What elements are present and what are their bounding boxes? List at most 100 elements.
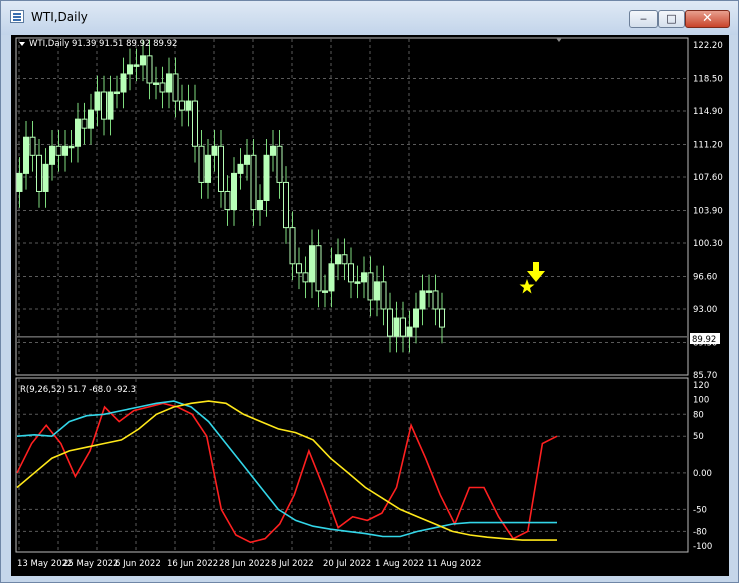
bear-candle xyxy=(302,272,309,283)
bull-candle xyxy=(120,73,127,93)
price-tick-label: 85.70 xyxy=(693,371,717,381)
bear-candle xyxy=(179,100,185,111)
bull-candle xyxy=(393,317,400,337)
bull-candle xyxy=(166,73,172,93)
bull-candle xyxy=(153,82,159,85)
title-bar[interactable]: WTI,Daily ‒ □ ✕ xyxy=(1,1,738,35)
price-tick-label: 100.30 xyxy=(693,239,723,249)
bear-candle xyxy=(315,245,322,292)
bull-candle xyxy=(107,91,114,120)
bear-candle xyxy=(341,254,348,265)
bull-candle xyxy=(374,281,380,301)
bull-candle xyxy=(94,91,101,111)
bull-candle xyxy=(413,308,419,328)
chart-window: WTI,Daily ‒ □ ✕ 122.20 118.50 114.90 111.20… xyxy=(0,0,739,583)
bull-candle xyxy=(127,64,133,75)
indicator-tick-label: -100 xyxy=(693,542,712,552)
price-tick-label: 122.20 xyxy=(693,41,723,51)
indicator-tick-label: 120 xyxy=(693,381,709,391)
indicator-tick-label: 100 xyxy=(693,396,709,406)
bull-candle xyxy=(205,154,211,183)
bear-candle xyxy=(159,82,166,93)
bull-candle xyxy=(244,154,250,165)
date-label: 8 Jul 2022 xyxy=(271,559,314,569)
price-tick-label: 93.00 xyxy=(693,305,717,315)
bull-candle xyxy=(419,290,426,310)
minimize-button[interactable]: ‒ xyxy=(629,10,658,28)
date-label: 11 Aug 2022 xyxy=(427,559,481,569)
bear-candle xyxy=(250,154,257,211)
bull-candle xyxy=(133,64,140,67)
indicator-tick-label: 80 xyxy=(693,410,704,420)
bull-candle xyxy=(16,172,23,192)
bear-candle xyxy=(283,181,289,229)
bull-candle xyxy=(114,91,120,95)
bull-candle xyxy=(88,109,94,129)
bull-candle xyxy=(211,145,218,156)
bear-candle xyxy=(101,91,107,120)
bull-candle xyxy=(270,145,276,156)
maximize-icon: □ xyxy=(666,12,677,25)
bear-candle xyxy=(432,290,439,310)
bear-candle xyxy=(172,73,179,102)
bear-candle xyxy=(296,263,302,274)
bull-candle xyxy=(75,118,81,147)
bull-candle xyxy=(185,100,192,111)
close-icon: ✕ xyxy=(702,11,713,26)
date-label: 6 Jun 2022 xyxy=(115,559,161,569)
bear-candle xyxy=(380,281,387,310)
price-tick-label: 107.60 xyxy=(693,173,723,183)
bear-candle xyxy=(387,308,393,337)
price-tick-label: 96.60 xyxy=(693,272,717,282)
bear-candle xyxy=(367,272,374,301)
date-label: 28 Jun 2022 xyxy=(219,559,270,569)
bull-candle xyxy=(49,145,55,165)
bull-candle xyxy=(309,245,315,283)
chart-area[interactable]: 122.20 118.50 114.90 111.20 107.60 103.90 100.… xyxy=(11,35,729,576)
bear-candle xyxy=(146,55,153,84)
bull-candle xyxy=(62,145,68,156)
indicator-tick-label: 50 xyxy=(693,432,704,442)
bear-candle xyxy=(400,317,406,337)
bull-candle xyxy=(354,281,361,284)
bull-candle xyxy=(361,272,367,283)
bull-candle xyxy=(406,326,413,337)
bull-candle xyxy=(140,55,146,66)
price-tick-label: 103.90 xyxy=(693,206,723,216)
bull-candle xyxy=(42,163,49,192)
bull-candle xyxy=(426,290,432,293)
price-tick-label: 118.50 xyxy=(693,74,723,84)
minimize-icon: ‒ xyxy=(640,12,647,25)
price-tick-label: 114.90 xyxy=(693,107,723,117)
date-label: 1 Aug 2022 xyxy=(375,559,424,569)
window-title: WTI,Daily xyxy=(31,10,88,24)
indicator-tick-label: -80 xyxy=(693,527,707,537)
date-label: 20 Jul 2022 xyxy=(323,559,371,569)
chart-window-icon xyxy=(10,10,24,23)
bear-candle xyxy=(192,100,198,147)
indicator-tick-label: 0.00 xyxy=(693,469,712,479)
current-price-label: 89.92 xyxy=(692,335,716,345)
bear-candle xyxy=(224,190,231,211)
bear-candle xyxy=(29,136,36,156)
bear-candle xyxy=(36,154,42,192)
bear-candle xyxy=(55,145,62,156)
bear-candle xyxy=(276,145,283,183)
main-pane-header: WTI,Daily 91.39 91.51 89.92 89.92 xyxy=(29,39,177,49)
bear-candle xyxy=(81,118,88,129)
bear-candle xyxy=(198,145,205,183)
maximize-button[interactable]: □ xyxy=(658,10,685,28)
chart-canvas[interactable]: 122.20 118.50 114.90 111.20 107.60 103.90 100.… xyxy=(11,35,729,576)
bear-candle xyxy=(439,308,445,328)
bull-candle xyxy=(335,254,341,265)
bull-candle xyxy=(23,136,29,174)
bull-candle xyxy=(231,172,237,211)
close-button[interactable]: ✕ xyxy=(685,10,730,28)
bear-candle xyxy=(289,227,296,265)
price-tick-label: 111.20 xyxy=(693,140,723,150)
indicator-pane-header: R(9,26,52) 51.7 -68.0 -92.3 xyxy=(20,385,136,395)
bear-candle xyxy=(348,263,354,283)
bull-candle xyxy=(328,263,335,292)
bull-candle xyxy=(68,145,75,149)
date-label: 25 May 2022 xyxy=(63,559,118,569)
